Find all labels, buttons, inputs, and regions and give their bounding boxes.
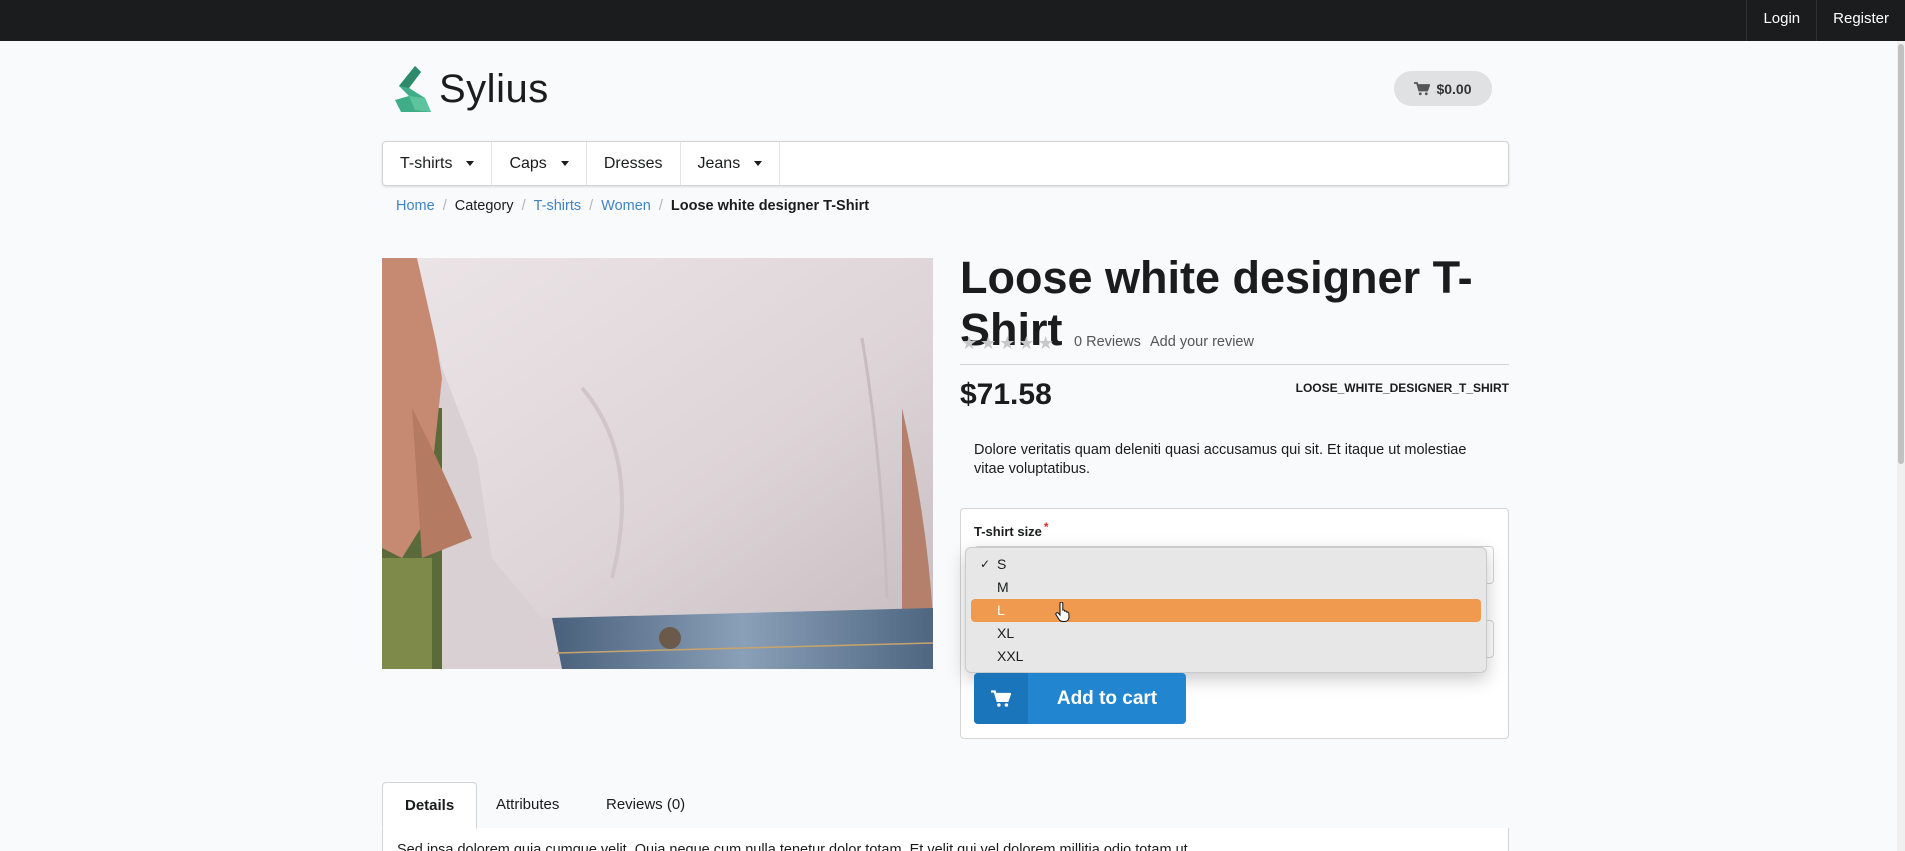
menu-item-jeans[interactable]: Jeans <box>681 142 781 185</box>
account-links: Login Register <box>1746 0 1905 41</box>
size-dropdown-list: ✓ S M L XL XXL <box>965 547 1487 673</box>
option-label: L <box>997 602 1005 618</box>
breadcrumb-women[interactable]: Women <box>601 198 651 214</box>
menu-item-tshirts[interactable]: T-shirts <box>383 142 493 185</box>
page-scrollbar[interactable] <box>1897 41 1905 851</box>
menu-item-label: T-shirts <box>400 154 453 172</box>
menu-item-caps[interactable]: Caps <box>492 142 587 185</box>
breadcrumb-current: Loose white designer T-Shirt <box>670 198 870 214</box>
breadcrumb-home[interactable]: Home <box>396 198 435 214</box>
product-sku: LOOSE_WHITE_DESIGNER_T_SHIRT <box>1295 381 1509 395</box>
menu-item-label: Dresses <box>603 154 663 172</box>
caret-down-icon <box>754 161 763 166</box>
add-to-cart-button[interactable]: Add to cart <box>974 673 1186 724</box>
cart-total: $0.00 <box>1436 80 1472 97</box>
tab-reviews[interactable]: Reviews (0) <box>584 782 707 829</box>
login-link[interactable]: Login <box>1746 0 1816 41</box>
rating-stars[interactable]: ★ ★ ★ ★ ★ <box>961 334 1054 352</box>
star-icon[interactable]: ★ <box>961 334 977 352</box>
breadcrumb: Home / Category / T-shirts / Women / Loo… <box>396 198 869 214</box>
tab-content: Sed ipsa dolorem quia cumque velit. Quia… <box>382 828 1509 851</box>
breadcrumb-category: Category <box>454 198 514 214</box>
add-to-cart-label: Add to cart <box>1056 687 1158 709</box>
menu-item-label: Caps <box>509 154 547 172</box>
size-option-xl[interactable]: XL <box>971 622 1481 645</box>
cart-icon <box>974 673 1028 724</box>
tab-attributes[interactable]: Attributes <box>474 782 581 829</box>
hand-pointer-icon <box>1055 602 1070 622</box>
star-icon[interactable]: ★ <box>999 334 1015 352</box>
size-option-l[interactable]: L <box>971 599 1481 622</box>
menu-item-dresses[interactable]: Dresses <box>587 142 681 185</box>
option-label: S <box>997 556 1007 572</box>
required-asterisk: * <box>1043 520 1049 534</box>
star-icon[interactable]: ★ <box>1038 334 1054 352</box>
tab-details[interactable]: Details <box>382 782 478 829</box>
breadcrumb-separator: / <box>658 198 663 214</box>
size-option-m[interactable]: M <box>971 576 1481 599</box>
size-field-label: T-shirt size * <box>974 520 1049 539</box>
star-icon[interactable]: ★ <box>980 334 996 352</box>
option-label: XL <box>997 625 1015 641</box>
category-menu: T-shirts Caps Dresses Jeans <box>382 141 1509 186</box>
top-bar: Login Register <box>0 0 1905 41</box>
option-label: XXL <box>997 648 1024 664</box>
breadcrumb-separator: / <box>442 198 447 214</box>
add-review-link[interactable]: Add your review <box>1150 334 1254 350</box>
reviews-count: 0 Reviews <box>1074 334 1141 350</box>
logo-text: Sylius <box>439 66 549 111</box>
cart-icon <box>1414 81 1431 95</box>
product-description: Dolore veritatis quam deleniti quasi acc… <box>974 442 1467 477</box>
star-icon[interactable]: ★ <box>1018 334 1034 352</box>
details-text: Sed ipsa dolorem quia cumque velit. Quia… <box>397 842 1192 851</box>
menu-item-label: Jeans <box>697 154 741 172</box>
size-option-xxl[interactable]: XXL <box>971 645 1481 668</box>
register-link[interactable]: Register <box>1816 0 1905 41</box>
cart-button[interactable]: $0.00 <box>1394 71 1492 106</box>
breadcrumb-separator: / <box>589 198 594 214</box>
product-price: $71.58 <box>960 378 1052 411</box>
option-label: M <box>997 579 1009 595</box>
product-image[interactable] <box>382 258 933 669</box>
sylius-swan-icon <box>395 66 431 112</box>
checkmark-icon: ✓ <box>980 557 991 571</box>
breadcrumb-separator: / <box>521 198 526 214</box>
size-option-s[interactable]: ✓ S <box>971 553 1481 576</box>
breadcrumb-tshirts[interactable]: T-shirts <box>534 198 582 214</box>
caret-down-icon <box>466 161 475 166</box>
logo[interactable]: Sylius <box>395 66 549 112</box>
caret-down-icon <box>560 161 569 166</box>
product-tabs: Details Attributes Reviews (0) Sed ipsa … <box>382 782 1509 851</box>
scrollbar-thumb[interactable] <box>1898 44 1904 464</box>
product-photo <box>382 258 933 669</box>
size-label-text: T-shirt size <box>974 524 1042 539</box>
